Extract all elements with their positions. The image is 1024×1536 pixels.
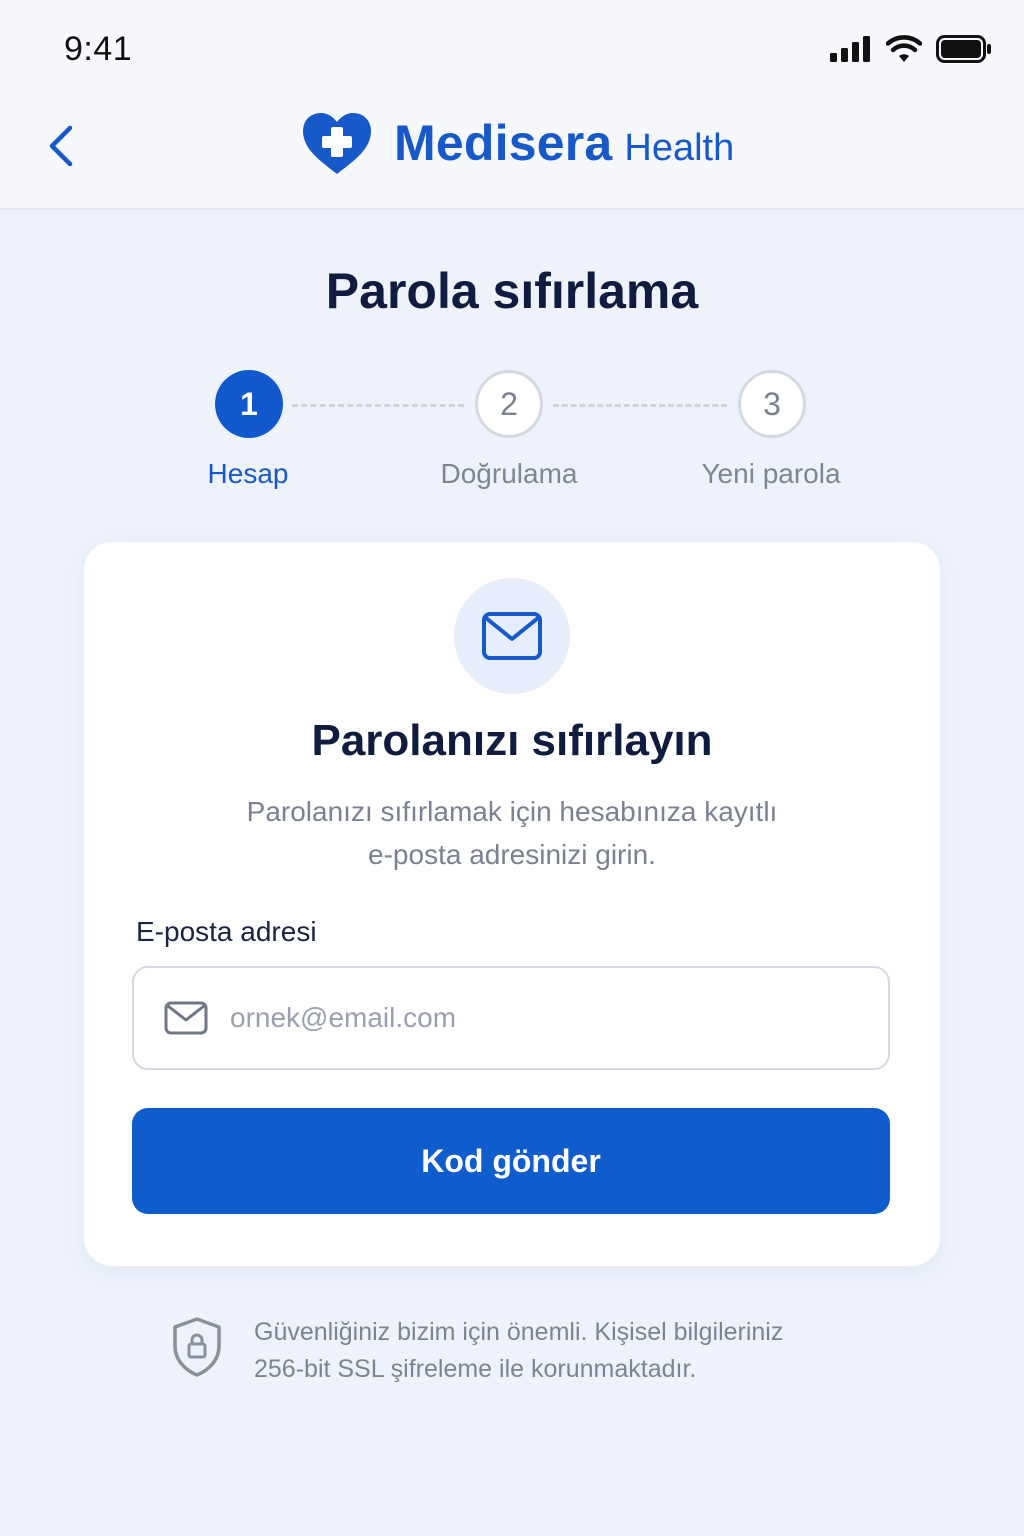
step-1-label: Hesap — [207, 458, 289, 489]
card-description-line-1: Parolanızı sıfırlamak için hesabınıza ka… — [246, 796, 778, 827]
brand: Medisera Health — [300, 110, 734, 176]
wifi-icon — [886, 35, 922, 62]
step-2-circle: 2 — [475, 370, 543, 438]
send-code-button[interactable]: Kod gönder — [132, 1108, 890, 1214]
status-icons — [830, 32, 992, 66]
step-2-label: Doğrulama — [440, 458, 578, 489]
email-label: E-posta adresi — [136, 916, 317, 947]
battery-icon — [936, 35, 991, 63]
envelope-icon — [164, 1001, 208, 1035]
email-input[interactable] — [230, 1002, 870, 1034]
security-text-line-2: 256-bit SSL şifreleme ile korunmaktadır. — [254, 1355, 697, 1383]
security-text-line-1: Güvenliğiniz bizim için önemli. Kişisel … — [254, 1318, 784, 1346]
mail-icon — [482, 612, 542, 660]
step-1-circle: 1 — [215, 370, 283, 438]
brand-suffix: Health — [624, 126, 735, 169]
reset-card: Parolanızı sıfırlayın Parolanızı sıfırla… — [84, 542, 940, 1266]
step-connector-2 — [553, 404, 727, 407]
cellular-signal-icon — [830, 36, 870, 62]
reset-password-screen: 9:41 Medisera Health Parola sıfırlama 1 … — [0, 0, 1024, 1536]
card-description-line-2: e-posta adresinizi girin. — [368, 839, 656, 870]
shield-lock-icon — [173, 1317, 221, 1377]
step-3-circle: 3 — [738, 370, 806, 438]
card-description: Parolanızı sıfırlamak için hesabınıza ka… — [144, 790, 880, 876]
back-button[interactable] — [36, 118, 86, 174]
security-note: Güvenliğiniz bizim için önemli. Kişisel … — [170, 1314, 890, 1394]
step-3-label: Yeni parola — [701, 458, 841, 489]
brand-name: Medisera — [394, 115, 613, 171]
mail-badge — [454, 578, 570, 694]
status-time: 9:41 — [64, 30, 133, 68]
step-connector-1 — [292, 404, 464, 407]
app-header: Medisera Health — [0, 90, 1024, 210]
status-bar: 9:41 — [0, 0, 1024, 90]
security-text: Güvenliğiniz bizim için önemli. Kişisel … — [254, 1314, 874, 1388]
chevron-left-icon — [49, 125, 73, 167]
page-title: Parola sıfırlama — [325, 263, 699, 319]
email-field[interactable] — [132, 966, 890, 1070]
card-title: Parolanızı sıfırlayın — [311, 716, 713, 765]
heart-cross-logo-icon — [303, 113, 371, 174]
